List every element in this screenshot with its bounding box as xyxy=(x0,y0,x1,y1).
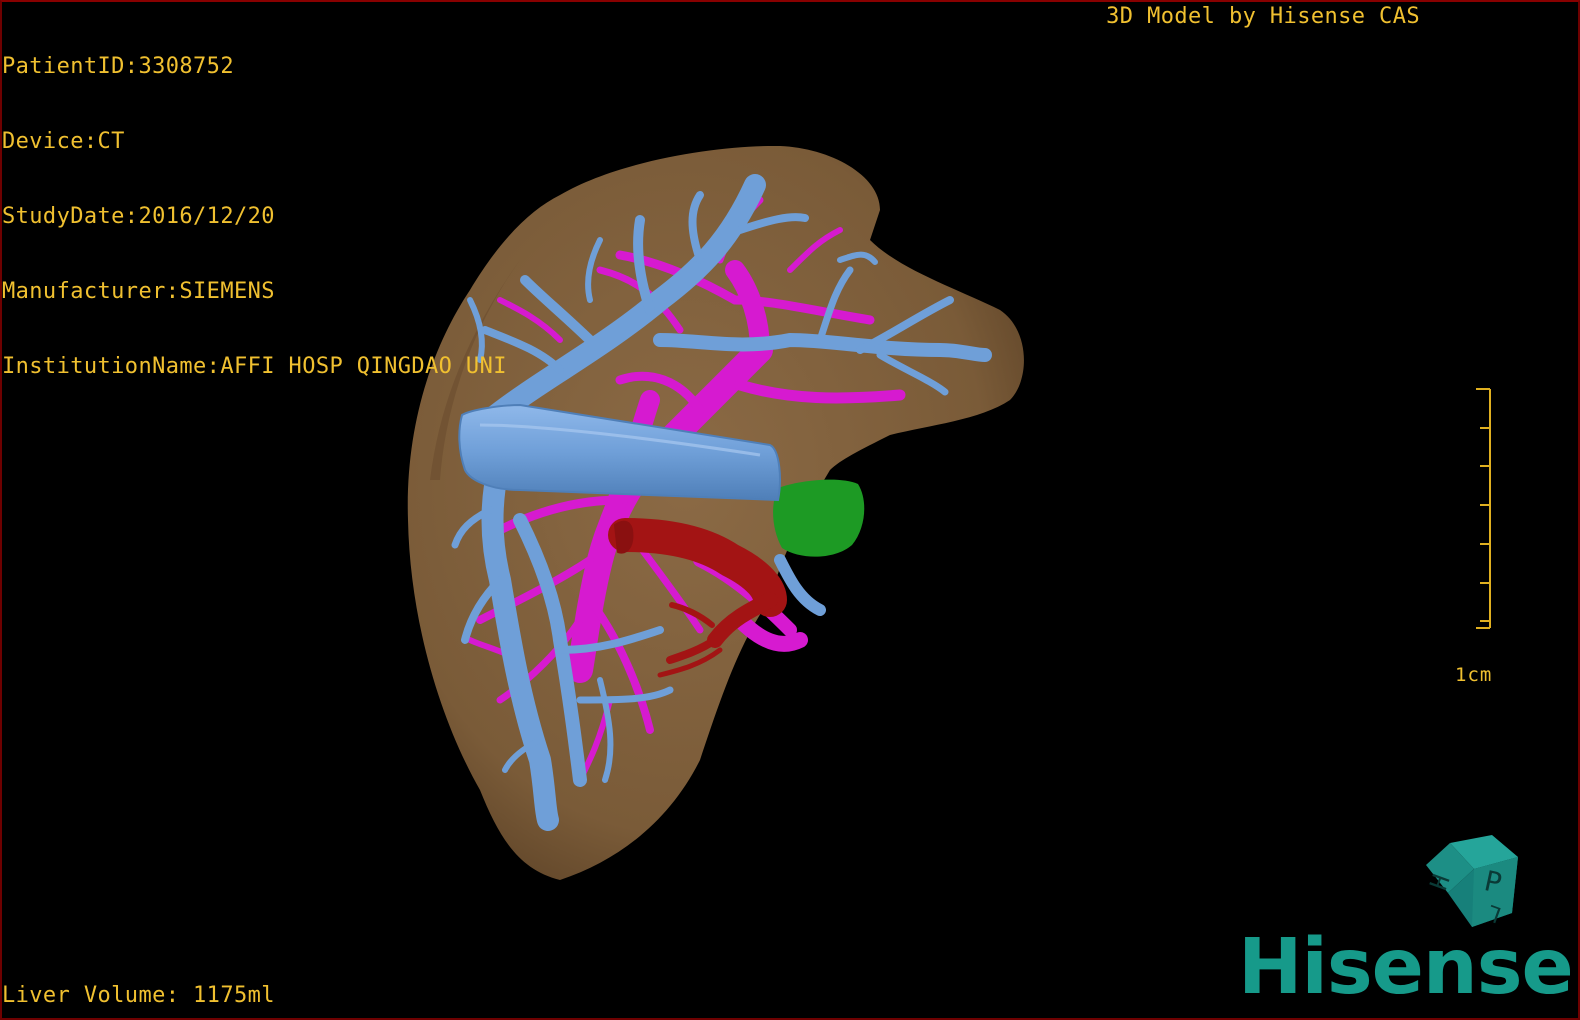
liver-volume-text: Liver Volume: 1175ml xyxy=(2,983,275,1008)
3d-viewport[interactable]: PatientID:3308752 Device:CT StudyDate:20… xyxy=(0,0,1580,1020)
app-title: 3D Model by Hisense CAS xyxy=(1106,4,1420,29)
scale-label: 1cm xyxy=(1455,664,1493,686)
patient-id-text: PatientID:3308752 xyxy=(2,54,234,79)
patient-info-overlay: PatientID:3308752 Device:CT StudyDate:20… xyxy=(2,4,507,429)
institution-name-text: InstitutionName:AFFI HOSP QINGDAO UNI xyxy=(2,354,507,379)
gallbladder xyxy=(773,479,865,557)
manufacturer-text: Manufacturer:SIEMENS xyxy=(2,279,275,304)
orientation-cube[interactable]: P H L xyxy=(1420,835,1525,935)
device-text: Device:CT xyxy=(2,129,125,154)
hisense-logo: Hisense xyxy=(1238,923,1574,1012)
scale-bar xyxy=(1476,388,1491,629)
study-date-text: StudyDate:2016/12/20 xyxy=(2,204,275,229)
